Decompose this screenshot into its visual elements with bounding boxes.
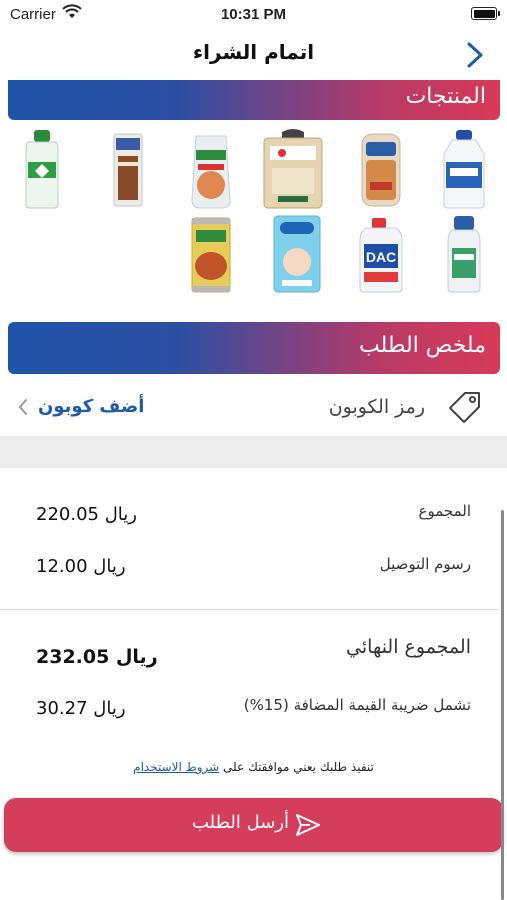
product-canned-beans[interactable]: [186, 214, 236, 294]
subtotal-label: المجموع: [418, 502, 471, 520]
final-total-value: 232.05 ريال: [36, 646, 158, 668]
product-diapers-pack[interactable]: [270, 212, 324, 294]
submit-order-label: أرسل الطلب: [191, 812, 289, 833]
product-snack-cake[interactable]: [108, 132, 148, 208]
delivery-fee-label: رسوم التوصيل: [379, 555, 471, 573]
order-summary-title: ملخص الطلب: [359, 333, 486, 358]
terms-text: تنفيذ طلبك يعني موافقتك على شروط الاستخد…: [133, 760, 374, 774]
svg-text:DAC: DAC: [366, 249, 396, 265]
page-title: اتمام الشراء: [192, 40, 315, 64]
chevron-right-icon[interactable]: [463, 40, 487, 70]
products-title: المنتجات: [405, 84, 486, 109]
clock: 10:31 PM: [220, 6, 287, 23]
product-rice-bag[interactable]: [260, 128, 326, 210]
coupon-row[interactable]: رمز الكوبون أضف كوبون: [0, 380, 507, 436]
coupon-label: رمز الكوبون: [328, 396, 425, 418]
subtotal-value: 220.05 ريال: [36, 504, 137, 525]
terms-notice: تنفيذ طلبك يعني موافقتك على شروط الاستخد…: [0, 760, 507, 774]
nav-bar: اتمام الشراء: [0, 30, 507, 78]
final-total-label: المجموع النهائي: [346, 636, 471, 658]
product-bleach-bottle[interactable]: DAC: [356, 216, 406, 294]
scrollbar[interactable]: [501, 510, 504, 900]
send-icon: [296, 814, 320, 836]
vat-value: 30.27 ريال: [36, 698, 126, 719]
battery-icon: [471, 7, 500, 20]
delivery-fee-value: 12.00 ريال: [36, 556, 126, 577]
add-coupon-link[interactable]: أضف كوبون: [38, 396, 144, 417]
section-separator: [0, 436, 507, 468]
product-whole-chicken[interactable]: [186, 130, 236, 210]
totals-divider: [0, 609, 500, 610]
product-shampoo-bottle[interactable]: [444, 214, 484, 294]
products-header: المنتجات: [8, 80, 500, 120]
terms-of-use-link[interactable]: شروط الاستخدام: [133, 760, 219, 774]
status-bar: Carrier 10:31 PM: [0, 0, 507, 28]
product-milk-bottle[interactable]: [438, 128, 490, 210]
product-bread-loaf[interactable]: [358, 130, 404, 210]
order-summary-header: ملخص الطلب: [8, 322, 500, 374]
product-disinfectant-bottle[interactable]: [22, 128, 62, 210]
tag-icon: [449, 392, 480, 423]
submit-order-button[interactable]: أرسل الطلب: [4, 798, 503, 852]
vat-label: تشمل ضريبة القيمة المضافة (15%): [243, 696, 471, 714]
chevron-left-icon: [18, 399, 27, 415]
